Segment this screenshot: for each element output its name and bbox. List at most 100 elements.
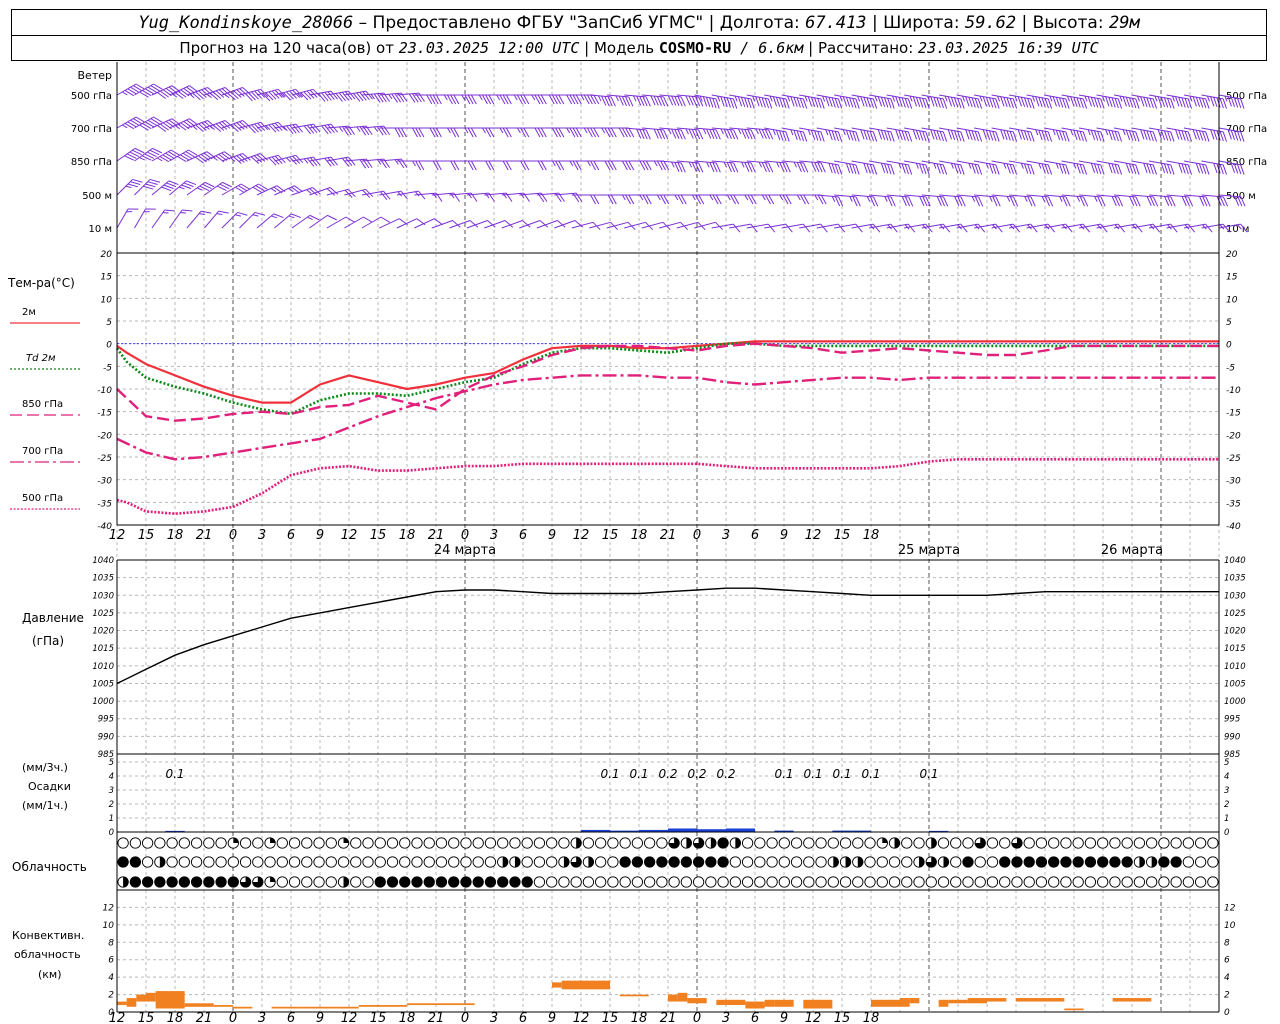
precip-y-tick-right: 0 [1224, 828, 1229, 838]
cloud-symbol-fill [735, 837, 741, 849]
cloud-symbol-outline [386, 856, 399, 868]
wind-barb [851, 223, 881, 233]
press-y-tick-left: 1040 [92, 556, 114, 566]
wind-barb-half [849, 196, 853, 202]
conv-title-2: облачность [14, 948, 81, 961]
precipitation-panel: 5 5 4 4 3 3 2 2 1 1 0 0 (мм/3ч.) Осадки (мм/1ч.) 0.1 0.1… [22, 758, 1229, 838]
wind-barb-full [1205, 223, 1213, 233]
wind-barb-full [273, 213, 284, 219]
cloud-symbol-outline [497, 837, 509, 849]
cloud-symbol-fill-full [619, 856, 631, 868]
cloud-symbol [766, 856, 778, 868]
cloud-symbol [692, 837, 705, 849]
cloud-symbol-outline [166, 856, 178, 868]
wind-barb [186, 151, 216, 164]
cloud-symbol-outline [301, 837, 313, 849]
wind-barb-half [720, 128, 724, 135]
cloud-symbol-outline [362, 837, 374, 849]
cloud-symbol-outline [754, 837, 766, 849]
cloud-symbol-outline [1158, 876, 1170, 888]
cloud-symbol-outline [803, 856, 815, 868]
wind-barb-full [306, 124, 315, 134]
wind-barb [1043, 223, 1073, 233]
cloud-symbol [803, 876, 815, 888]
cloud-symbol [1023, 837, 1035, 849]
conv-y-tick-left: 8 [108, 938, 114, 948]
wind-barb [1009, 223, 1038, 233]
cloud-symbol-fill-full [166, 876, 178, 888]
cloud-symbol [913, 876, 925, 888]
wind-barb-staff [589, 221, 611, 229]
cloud-symbol-outline [1072, 837, 1084, 849]
cloud-symbol-fill [931, 837, 937, 849]
cloud-symbol [1158, 837, 1170, 849]
cloud-symbol-outline [815, 856, 827, 868]
wind-barb-staff [414, 218, 435, 229]
cloud-symbol-fill [845, 856, 851, 868]
cloud-symbol [619, 856, 631, 868]
cloud-symbol [472, 876, 484, 888]
wind-barb [379, 127, 407, 138]
cloud-symbol [925, 856, 937, 868]
wind-barb-half [516, 127, 521, 134]
cloud-symbol [288, 876, 301, 888]
cloud-symbol-outline [546, 876, 558, 888]
conv-bar [146, 992, 156, 1002]
cloud-symbol-fill-full [460, 876, 472, 888]
temp-y-tick-left: -15 [97, 409, 112, 419]
press-y-tick-left: 1015 [92, 644, 114, 654]
cloud-symbol-fill-full [632, 856, 643, 868]
wind-barb-half [586, 160, 591, 167]
cloud-symbol-fill [686, 837, 692, 849]
wind-barb-half [632, 95, 637, 102]
cloud-symbol-outline [839, 876, 852, 888]
cloud-symbol [435, 856, 448, 868]
cloud-symbol-fill-full [681, 856, 692, 868]
cloud-symbol [1194, 856, 1207, 868]
cloud-symbol [1048, 856, 1060, 868]
cloud-symbol [399, 876, 411, 888]
wind-barb-staff [221, 212, 238, 229]
cloud-symbol [901, 876, 913, 888]
conv-bar [900, 998, 910, 1007]
wind-barb [974, 223, 1003, 233]
cloud-symbol [484, 837, 497, 849]
cloud-symbol-fill-full [962, 856, 974, 868]
temp-x-tick-label: 3 [490, 528, 498, 543]
cloud-symbol [815, 856, 827, 868]
cloud-symbol [276, 856, 288, 868]
temp-y-tick-left: 10 [101, 295, 113, 305]
wind-barb [361, 190, 391, 201]
cloud-symbol [876, 856, 888, 868]
cloud-symbol-fill-full [375, 876, 386, 888]
press-y-tick-left: 1000 [92, 697, 114, 707]
cloud-symbol-fill [563, 856, 570, 868]
press-y-tick-left: 1005 [92, 679, 114, 689]
cloud-symbol-outline [325, 837, 337, 849]
cloud-symbol [1109, 856, 1121, 868]
wind-barb-full [348, 156, 356, 166]
cloud-symbol [1011, 876, 1023, 888]
wind-barb-half [1076, 196, 1081, 202]
cloud-symbol [962, 876, 974, 888]
cloud-symbol [374, 876, 386, 888]
wind-barb-staff [169, 149, 189, 162]
wind-barb-full [397, 159, 405, 169]
wind-barb-half [737, 128, 742, 135]
cloud-symbol-outline [141, 856, 154, 868]
cloud-symbol [435, 876, 448, 888]
precip-y-tick-left: 4 [109, 772, 114, 782]
wind-barb-full [1065, 223, 1073, 233]
cloud-symbol-outline [288, 856, 301, 868]
conv-y-tick-left: 2 [108, 991, 114, 1001]
cloud-symbol-outline [325, 856, 337, 868]
temp-x-tick-label: 6 [287, 528, 295, 543]
wind-barb-staff [256, 213, 275, 229]
cloud-symbol-fill-full [521, 876, 533, 888]
temp-x-tick-label: 9 [548, 528, 556, 543]
cloud-symbol-outline [362, 876, 374, 888]
precip-y-tick-right: 3 [1224, 786, 1229, 796]
wind-barb-full [890, 223, 898, 233]
cloud-symbol-outline [631, 837, 644, 849]
cloud-symbol-outline [1182, 856, 1195, 868]
